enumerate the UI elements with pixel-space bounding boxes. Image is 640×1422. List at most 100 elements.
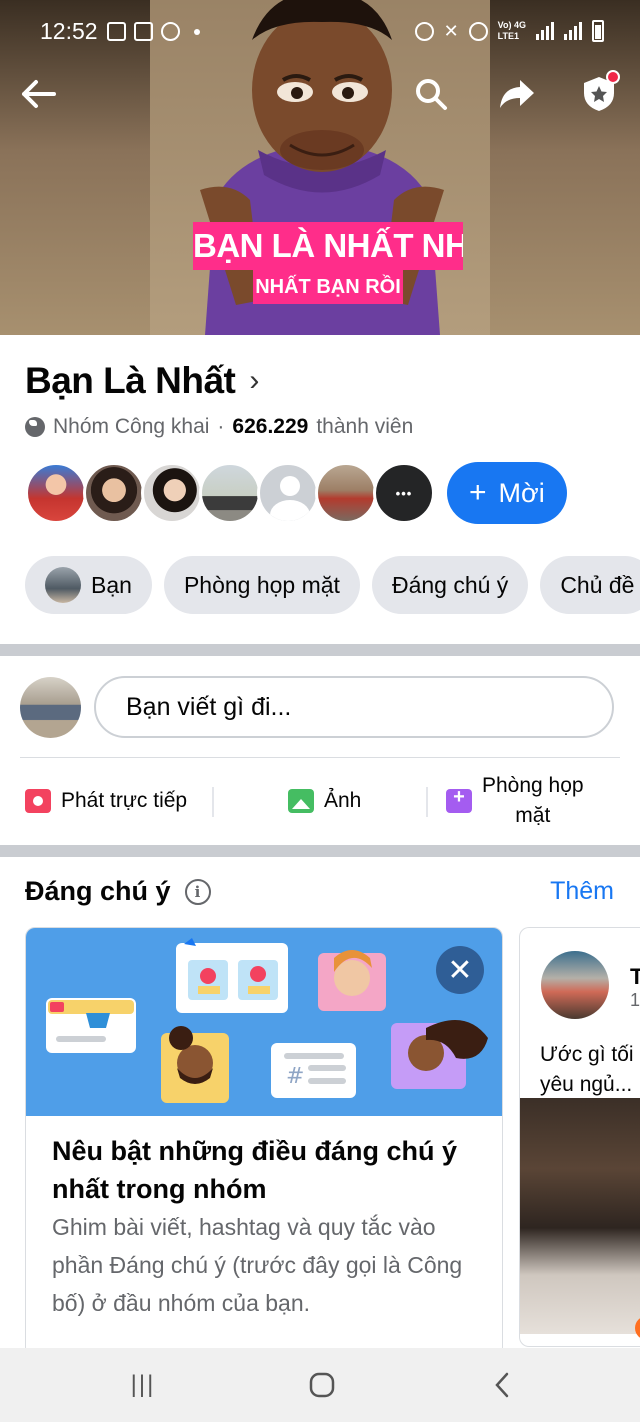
search-button[interactable] [407, 70, 455, 118]
member-avatar-default[interactable] [257, 462, 319, 524]
system-navigation-bar: ||| [0, 1348, 640, 1422]
section-divider [0, 644, 640, 656]
room-button[interactable]: Phòng họp mặt [446, 765, 584, 837]
post-text-line: yêu ngủ... [540, 1073, 633, 1096]
post-text: Ước gì tối yêu ngủ... [540, 1040, 640, 1100]
share-icon [500, 80, 534, 108]
back-arrow-icon [22, 80, 56, 108]
chip-label: Bạn [91, 571, 132, 598]
hotspot-icon [468, 21, 488, 41]
group-privacy: Nhóm Công khai [53, 415, 210, 438]
featured-illustration: # [26, 928, 502, 1116]
avatar [45, 567, 81, 603]
post-photo [520, 1098, 640, 1334]
more-members-button[interactable]: ••• [373, 462, 435, 524]
featured-illustration-graphic: # [46, 938, 488, 1103]
meta-separator: · [217, 415, 225, 438]
back-chevron-icon [495, 1372, 509, 1398]
featured-title: Đáng chú ý [25, 876, 171, 906]
status-bar: 12:52 ✕ Vo) 4G LTE1 [0, 0, 640, 64]
recents-icon: ||| [130, 1371, 156, 1398]
chip-featured[interactable]: Đáng chú ý [371, 556, 529, 614]
action-label: Ảnh [324, 789, 362, 812]
chip-label: Phòng họp mặt [183, 571, 340, 598]
invite-button-label: Mời [498, 477, 545, 508]
featured-intro-card[interactable]: # ✕ Nêu bật những điều đáng chú ý nhất t… [25, 927, 503, 1357]
cover-banner-sub-text: NHẤT BẠN RỒI [253, 270, 403, 304]
action-label: Phát trực tiếp [61, 789, 188, 812]
chip-you[interactable]: Bạn [25, 556, 152, 614]
share-button[interactable] [493, 70, 541, 118]
action-label: Phòng họp [482, 774, 584, 797]
chip-label: Đáng chú ý [391, 571, 509, 598]
chevron-right-icon: › [249, 364, 259, 397]
member-suffix: thành viên [316, 415, 414, 438]
invite-button[interactable]: + Mời [447, 462, 567, 524]
top-navigation [0, 70, 640, 126]
battery-icon [592, 20, 604, 42]
network-label: Vo) 4G LTE1 [497, 20, 526, 41]
status-time: 12:52 [40, 18, 98, 44]
post-text-line: Ước gì tối [540, 1043, 634, 1066]
post-time: 1 [630, 990, 640, 1010]
close-button[interactable]: ✕ [436, 946, 484, 994]
group-name[interactable]: Bạn Là Nhất › [25, 360, 259, 402]
member-count: 626.229 [232, 415, 309, 438]
divider [426, 787, 428, 817]
post-author-name: T [630, 964, 640, 990]
member-avatar[interactable] [141, 462, 203, 524]
post-composer-input[interactable]: Bạn viết gì đi... [94, 676, 614, 738]
back-button[interactable] [14, 70, 62, 118]
back-nav-button[interactable] [488, 1370, 516, 1400]
chip-label: Chủ đề [560, 571, 635, 598]
member-avatar[interactable] [315, 462, 377, 524]
card-description: Ghim bài viết, hashtag và quy tắc vào ph… [52, 1214, 463, 1316]
group-name-text: Bạn Là Nhất [25, 360, 236, 401]
see-more-link[interactable]: Thêm [550, 877, 614, 906]
more-icon: ••• [395, 485, 413, 501]
photo-button[interactable]: Ảnh [288, 765, 361, 837]
plus-icon: + [469, 476, 487, 509]
room-icon [446, 786, 472, 813]
globe-icon [25, 417, 45, 437]
composer-actions: Phát trực tiếp Ảnh Phòng họp mặt [0, 765, 640, 837]
info-icon[interactable]: i [184, 878, 211, 905]
member-avatars: ••• + Mời [25, 462, 567, 524]
group-tabs: Bạn Phòng họp mặt Đáng chú ý Chủ đề [25, 556, 640, 614]
member-avatar[interactable] [83, 462, 145, 524]
alarm-icon [414, 21, 434, 41]
group-meta: Nhóm Công khai · 626.229 thành viên [25, 415, 413, 439]
member-avatar[interactable] [25, 462, 87, 524]
composer-placeholder: Bạn viết gì đi... [126, 692, 292, 721]
chip-topics[interactable]: Chủ đề [540, 556, 640, 614]
live-video-button[interactable]: Phát trực tiếp [25, 765, 187, 837]
divider [20, 757, 620, 758]
featured-post-card[interactable]: T 1 Ước gì tối yêu ngủ... [519, 927, 640, 1347]
admin-tools-button[interactable] [575, 70, 623, 118]
close-icon: ✕ [447, 953, 473, 987]
mute-icon: ✕ [443, 20, 459, 41]
notification-dot-icon [194, 28, 200, 35]
divider [212, 787, 214, 817]
search-icon [416, 79, 447, 110]
current-user-avatar[interactable] [20, 677, 81, 738]
section-divider [0, 845, 640, 857]
post-author-avatar [541, 951, 609, 1019]
gallery-icon [107, 22, 126, 41]
home-icon [309, 1372, 335, 1398]
notification-badge [606, 70, 620, 84]
cover-banner-main-text: BẠN LÀ NHẤT NHÁ ! [193, 222, 463, 270]
facebook-icon [161, 22, 180, 41]
samsung-notes-icon [134, 22, 153, 41]
action-label: mặt [515, 804, 551, 827]
photo-icon [288, 789, 314, 813]
live-video-icon [25, 789, 51, 813]
signal-icon [536, 22, 554, 40]
featured-section-title: Đáng chú ý i [25, 876, 211, 907]
signal-icon [564, 22, 582, 40]
svg-text:#: # [286, 1064, 304, 1089]
recents-button[interactable]: ||| [126, 1370, 160, 1400]
home-button[interactable] [302, 1370, 342, 1400]
member-avatar[interactable] [199, 462, 261, 524]
chip-rooms[interactable]: Phòng họp mặt [163, 556, 360, 614]
